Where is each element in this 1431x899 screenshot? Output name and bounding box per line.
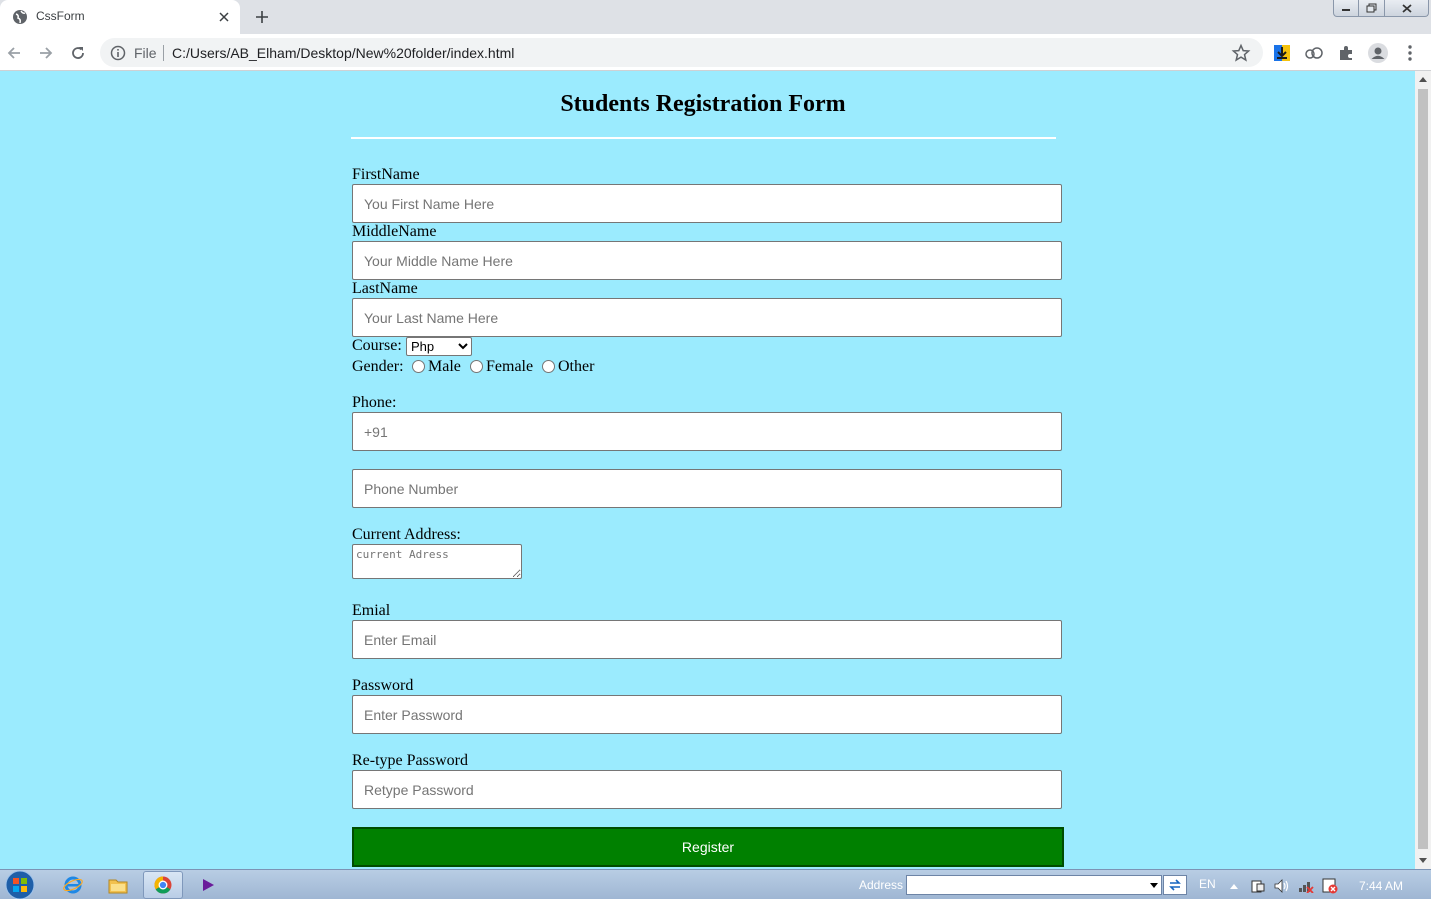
form-title: Students Registration Form [560,91,846,117]
tab-title: CssForm [36,9,85,23]
retype-password-label: Re-type Password [352,752,468,769]
security-alert-icon[interactable] [1322,878,1338,894]
profile-avatar-icon[interactable] [1367,42,1389,64]
go-arrows-icon[interactable] [1163,875,1187,895]
last-name-input[interactable] [352,298,1062,337]
gender-female-radio[interactable] [470,360,483,373]
chrome-taskbar-icon[interactable] [143,871,183,899]
email-input[interactable] [352,620,1062,659]
address-textarea[interactable] [352,544,522,579]
file-explorer-icon[interactable] [98,871,138,899]
scroll-up-icon[interactable] [1419,77,1427,82]
first-name-label: FirstName [352,166,420,183]
window-controls [1333,0,1429,18]
system-clock[interactable]: 7:44 AM [1359,879,1403,893]
start-button-icon[interactable] [2,870,38,899]
download-extension-icon[interactable] [1271,42,1293,64]
email-label: Emial [352,602,391,619]
gender-female-label: Female [486,358,534,375]
course-select[interactable]: Php [406,337,472,356]
action-center-icon[interactable] [1250,878,1266,894]
last-name-label: LastName [352,280,418,297]
address-label: Current Address: [352,526,461,543]
omnibox-divider [163,45,164,61]
menu-kebab-icon[interactable] [1399,42,1421,64]
course-label: Course: [352,337,402,354]
back-arrow-icon[interactable] [1,40,27,66]
gender-male-label: Male [428,358,461,375]
windows-taskbar: Address EN 7:44 AM [0,869,1431,899]
network-icon[interactable] [1298,878,1314,894]
tray-expand-icon[interactable] [1226,878,1242,894]
reload-icon[interactable] [65,40,91,66]
gender-other-label: Other [558,358,595,375]
globe-icon [12,9,28,25]
minimize-icon[interactable] [1333,0,1359,17]
chevron-down-icon[interactable] [1150,883,1158,888]
phone-code-input[interactable] [352,412,1062,451]
cloud-extension-icon[interactable] [1303,42,1325,64]
phone-number-input[interactable] [352,469,1062,508]
close-tab-icon[interactable] [215,8,233,26]
middle-name-label: MiddleName [352,223,437,240]
extensions-puzzle-icon[interactable] [1335,42,1357,64]
gender-other-radio[interactable] [542,360,555,373]
address-bar[interactable]: File C:/Users/AB_Elham/Desktop/New%20fol… [100,38,1263,67]
vertical-scrollbar[interactable] [1415,71,1431,869]
gender-male-radio[interactable] [412,360,425,373]
language-indicator[interactable]: EN [1199,877,1216,891]
phone-label: Phone: [352,394,397,411]
taskbar-address-input[interactable] [906,875,1162,895]
gender-label: Gender: [352,358,404,375]
info-icon[interactable] [110,45,126,61]
page-viewport: Students Registration Form FirstName Mid… [0,71,1415,869]
close-window-icon[interactable] [1385,0,1429,17]
restore-icon[interactable] [1359,0,1385,17]
middle-name-input[interactable] [352,241,1062,280]
url-text[interactable]: C:/Users/AB_Elham/Desktop/New%20folder/i… [172,45,514,61]
scroll-thumb[interactable] [1418,89,1428,849]
scroll-down-icon[interactable] [1419,858,1427,863]
title-divider [351,137,1056,139]
retype-password-input[interactable] [352,770,1062,809]
taskbar-address-label: Address [859,878,904,892]
forward-arrow-icon[interactable] [33,40,59,66]
media-player-icon[interactable] [188,871,228,899]
bookmark-star-icon[interactable] [1231,43,1251,63]
tab-strip: CssForm [0,0,1431,34]
new-tab-icon[interactable] [250,5,274,29]
scheme-label: File [134,45,157,61]
volume-icon[interactable] [1274,878,1290,894]
first-name-input[interactable] [352,184,1062,223]
browser-tab[interactable]: CssForm [0,0,240,34]
password-label: Password [352,677,414,694]
register-button[interactable]: Register [352,827,1064,867]
internet-explorer-icon[interactable] [53,871,93,899]
browser-toolbar: File C:/Users/AB_Elham/Desktop/New%20fol… [0,34,1431,71]
password-input[interactable] [352,695,1062,734]
